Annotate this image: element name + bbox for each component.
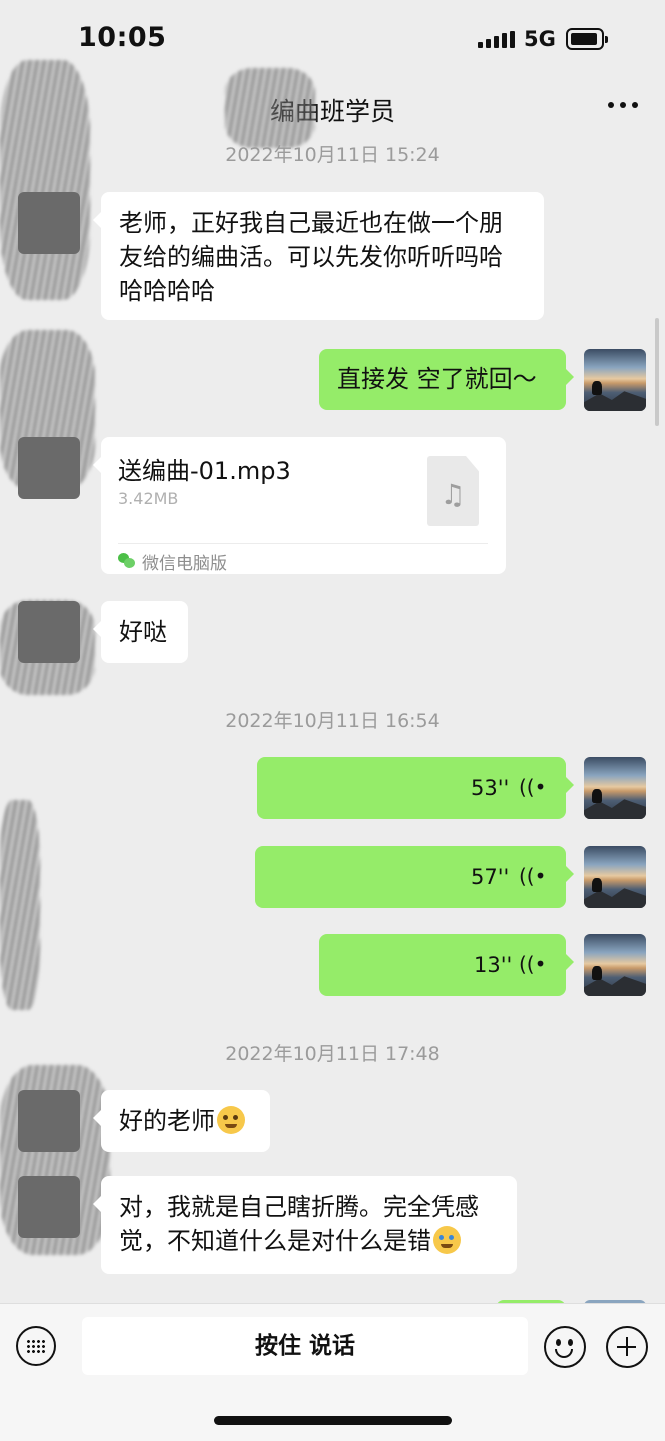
message-bubble[interactable]: 老师，正好我自己最近也在做一个朋友给的编曲活。可以先发你听听吗哈哈哈哈哈 [93,192,544,320]
wechat-icon [118,552,136,568]
redacted-area [0,60,90,300]
emoji-icon[interactable] [544,1326,586,1368]
status-time: 10:05 [78,22,167,53]
my-avatar[interactable] [584,846,646,908]
battery-icon [566,28,608,50]
voice-duration: 13'' [474,953,513,977]
signal-icon [478,31,515,48]
file-source: 微信电脑版 [142,554,227,574]
voice-wave-icon: ((• [519,952,547,976]
network-label: 5G [524,27,556,51]
my-avatar[interactable] [584,934,646,996]
my-avatar[interactable] [584,757,646,819]
contact-avatar[interactable] [18,192,80,254]
redacted-area [0,800,40,1010]
timestamp: 2022年10月11日 15:24 [225,144,440,166]
contact-avatar[interactable] [18,1090,80,1152]
timestamp: 2022年10月11日 16:54 [225,710,440,732]
message-bubble[interactable]: 好的老师 [93,1090,270,1152]
voice-duration: 57'' [471,865,510,889]
message-text: 对，我就是自己瞎折腾。完全凭感觉，不知道什么是对什么是错 [119,1193,479,1255]
plus-icon[interactable] [606,1326,648,1368]
grimace-emoji-icon [217,1106,245,1134]
divider [118,543,488,544]
message-bubble[interactable]: 好哒 [93,601,188,663]
keyboard-icon[interactable] [16,1326,56,1366]
message-bubble[interactable]: 对，我就是自己瞎折腾。完全凭感觉，不知道什么是对什么是错 [93,1176,517,1274]
contact-avatar[interactable] [18,601,80,663]
message-text: 好的老师 [119,1107,215,1135]
message-bubble[interactable]: 直接发 空了就回～ [319,349,574,410]
contact-avatar[interactable] [18,437,80,499]
voice-duration: 53'' [471,776,510,800]
message-text: 直接发 空了就回～ [337,365,537,393]
redacted-area [225,68,315,148]
crying-emoji-icon [433,1226,461,1254]
music-file-icon: ♫ [427,456,479,526]
more-icon[interactable] [608,102,638,110]
voice-wave-icon: ((• [519,864,547,888]
scrollbar[interactable] [655,318,659,426]
chat-title: 编曲班学员 [269,97,395,126]
voice-wave-icon: ((• [519,775,547,799]
file-name: 送编曲-01.mp3 [118,457,291,485]
home-indicator[interactable] [214,1416,452,1425]
message-text: 好哒 [119,618,167,646]
message-text: 老师，正好我自己最近也在做一个朋友给的编曲活。可以先发你听听吗哈哈哈哈哈 [119,209,503,305]
hold-to-talk-button[interactable]: 按住 说话 [82,1317,528,1375]
file-size: 3.42MB [118,489,179,508]
contact-avatar[interactable] [18,1176,80,1238]
my-avatar[interactable] [584,349,646,411]
timestamp: 2022年10月11日 17:48 [225,1043,440,1065]
